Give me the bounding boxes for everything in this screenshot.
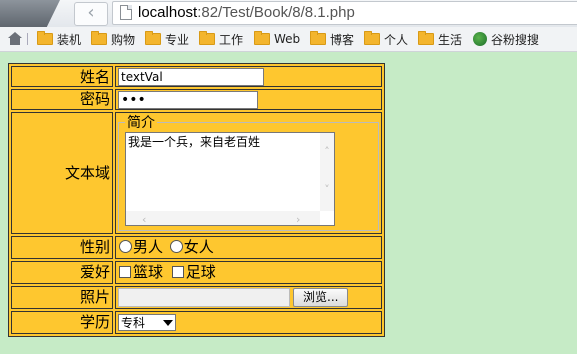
bookmark-label: Web xyxy=(274,32,301,46)
globe-icon xyxy=(473,32,487,46)
name-input[interactable] xyxy=(118,68,264,86)
education-row: 学历 专科 xyxy=(11,310,382,334)
name-row: 姓名 xyxy=(11,66,382,87)
photo-label: 照片 xyxy=(11,285,113,309)
chevron-down-icon xyxy=(163,319,173,326)
folder-icon xyxy=(364,31,380,45)
home-icon[interactable] xyxy=(8,32,22,45)
textarea-label: 文本域 xyxy=(11,111,113,234)
hobby-checkbox-basketball[interactable] xyxy=(119,266,131,278)
browser-logo-icon xyxy=(0,0,60,27)
address-bar[interactable]: localhost:82/Test/Book/8/8.1.php xyxy=(112,1,577,25)
url-host: localhost xyxy=(138,4,198,21)
name-cell xyxy=(115,66,382,87)
intro-fieldset: 简介 我是一个兵，来自老百姓 ˄ ˅ ‹ › xyxy=(118,113,379,231)
bookmark-item[interactable]: 博客 xyxy=(310,31,354,47)
hobby-checkbox-football[interactable] xyxy=(171,266,184,278)
url-path: :82/Test/Book/8/8.1.php xyxy=(197,4,355,21)
gender-option-label: 男人 xyxy=(133,238,164,256)
bookmark-label: 生活 xyxy=(438,32,463,47)
bookmarks-bar: 装机 购物 专业 工作 Web 博客 个人 生活 谷粉搜搜 xyxy=(0,27,577,52)
browser-toolbar: ‹ localhost:82/Test/Book/8/8.1.php xyxy=(0,0,577,28)
bookmark-label: 装机 xyxy=(57,32,82,47)
fieldset-legend: 简介 xyxy=(127,114,155,131)
gender-option-label: 女人 xyxy=(183,238,214,256)
name-label: 姓名 xyxy=(11,66,113,87)
file-path-field[interactable] xyxy=(118,287,290,307)
folder-icon xyxy=(145,31,161,45)
bookmark-separator xyxy=(27,33,28,45)
hobby-cell: 篮球 足球 xyxy=(115,260,382,284)
folder-icon xyxy=(37,31,53,45)
hobby-row: 爱好 篮球 足球 xyxy=(11,260,382,284)
gender-label: 性别 xyxy=(11,235,113,259)
bookmark-item[interactable]: 谷粉搜搜 xyxy=(473,31,539,47)
gender-radio-female[interactable] xyxy=(169,240,183,253)
bookmark-item[interactable]: 购物 xyxy=(91,31,135,47)
bookmark-label: 购物 xyxy=(111,32,136,47)
hobby-option-label: 足球 xyxy=(185,263,216,281)
password-cell: ••• xyxy=(115,89,382,110)
gender-row: 性别 男人 女人 xyxy=(11,235,382,259)
gender-radio-male[interactable] xyxy=(119,240,132,253)
scroll-left-icon[interactable]: ‹ xyxy=(142,211,146,229)
textarea-row: 文本域 简介 我是一个兵，来自老百姓 ˄ ˅ ‹ › xyxy=(11,111,382,234)
bookmark-label: 谷粉搜搜 xyxy=(491,32,540,47)
browse-button[interactable]: 浏览... xyxy=(293,287,349,307)
textarea-text: 我是一个兵，来自老百姓 xyxy=(128,134,261,149)
folder-icon xyxy=(91,31,107,45)
bookmark-item[interactable]: 装机 xyxy=(37,31,81,47)
bookmark-item[interactable]: 个人 xyxy=(364,31,408,47)
education-cell: 专科 xyxy=(115,310,382,334)
intro-textarea[interactable]: 我是一个兵，来自老百姓 ˄ ˅ ‹ › xyxy=(125,131,335,226)
education-selected: 专科 xyxy=(121,315,146,330)
bookmark-label: 专业 xyxy=(165,32,190,47)
horizontal-scrollbar[interactable]: ‹ › xyxy=(126,210,320,226)
hobby-option-label: 篮球 xyxy=(133,263,164,281)
folder-icon xyxy=(254,31,270,45)
vertical-scrollbar[interactable]: ˄ ˅ xyxy=(320,132,334,211)
bookmark-item[interactable]: Web xyxy=(254,31,300,47)
education-select[interactable]: 专科 xyxy=(118,314,176,331)
scroll-down-icon[interactable]: ˅ xyxy=(320,181,334,199)
folder-icon xyxy=(310,31,326,45)
scroll-up-icon[interactable]: ˄ xyxy=(320,143,334,161)
folder-icon xyxy=(199,31,215,45)
bookmark-label: 个人 xyxy=(384,32,409,47)
bookmark-item[interactable]: 生活 xyxy=(418,31,462,47)
password-row: 密码 ••• xyxy=(11,89,382,110)
password-input[interactable]: ••• xyxy=(118,90,258,109)
address-text: localhost:82/Test/Book/8/8.1.php xyxy=(138,3,355,23)
bookmark-item[interactable]: 工作 xyxy=(199,31,243,47)
back-button[interactable]: ‹ xyxy=(74,2,108,26)
bookmark-label: 工作 xyxy=(219,32,244,47)
scroll-right-icon[interactable]: › xyxy=(296,211,300,229)
password-label: 密码 xyxy=(11,89,113,110)
bookmark-label: 博客 xyxy=(330,32,355,47)
bookmark-item[interactable]: 专业 xyxy=(145,31,189,47)
photo-row: 照片 浏览... xyxy=(11,285,382,309)
gender-cell: 男人 女人 xyxy=(115,235,382,259)
education-label: 学历 xyxy=(11,310,113,334)
photo-cell: 浏览... xyxy=(115,285,382,309)
folder-icon xyxy=(418,31,434,45)
textarea-cell: 简介 我是一个兵，来自老百姓 ˄ ˅ ‹ › xyxy=(115,111,382,234)
page-icon xyxy=(120,5,132,20)
form-table: 姓名 密码 ••• 文本域 简介 我是一个兵，来自老百姓 ˄˅ ‹› 性别 男人 xyxy=(8,63,385,337)
hobby-label: 爱好 xyxy=(11,260,113,284)
